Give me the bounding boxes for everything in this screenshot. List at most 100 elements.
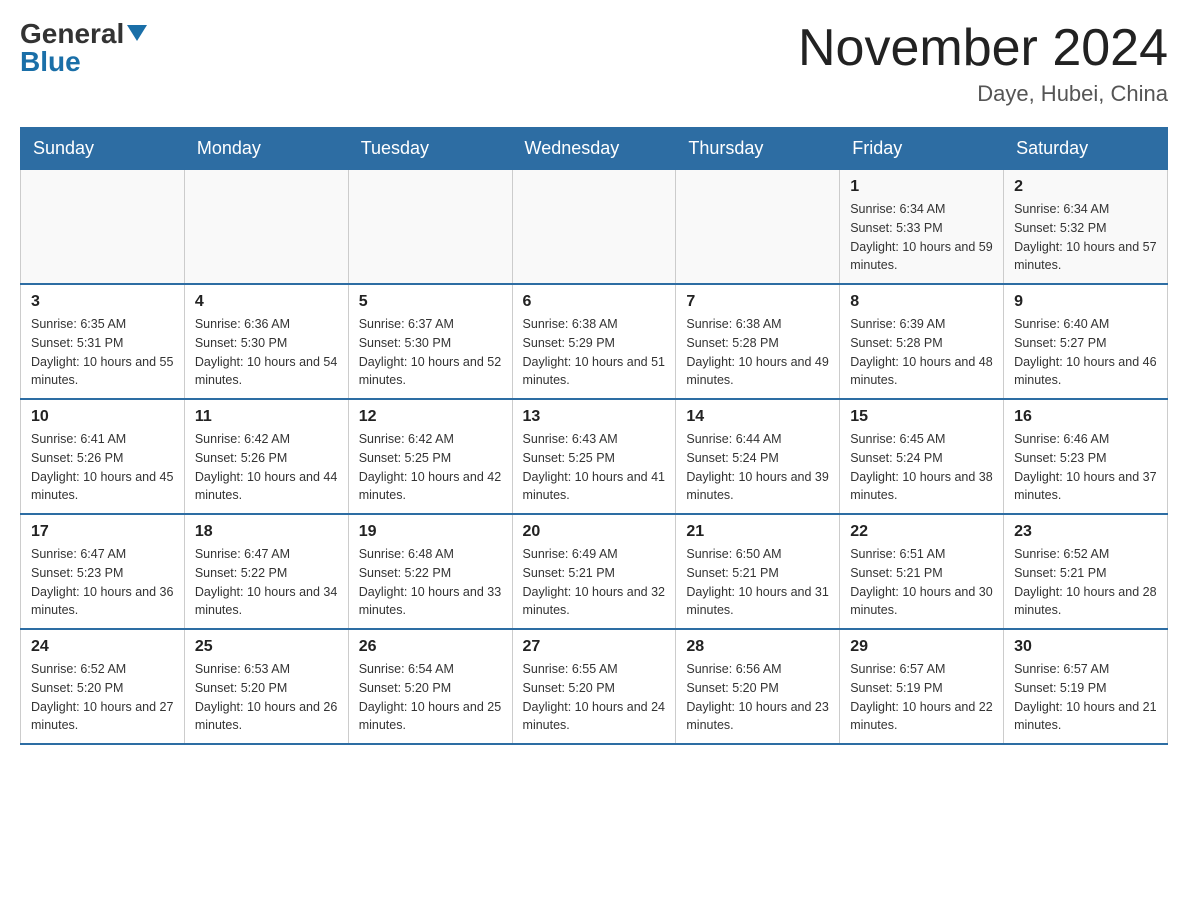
calendar-day-header: Friday — [840, 128, 1004, 170]
calendar-day-header: Saturday — [1004, 128, 1168, 170]
day-info: Sunrise: 6:38 AMSunset: 5:29 PMDaylight:… — [523, 315, 666, 390]
day-info: Sunrise: 6:57 AMSunset: 5:19 PMDaylight:… — [1014, 660, 1157, 735]
calendar-cell: 8 Sunrise: 6:39 AMSunset: 5:28 PMDaylight… — [840, 284, 1004, 399]
calendar-day-header: Thursday — [676, 128, 840, 170]
calendar-cell: 26 Sunrise: 6:54 AMSunset: 5:20 PMDayligh… — [348, 629, 512, 744]
day-number: 20 — [523, 523, 666, 541]
day-info: Sunrise: 6:47 AMSunset: 5:22 PMDaylight:… — [195, 545, 338, 620]
day-info: Sunrise: 6:51 AMSunset: 5:21 PMDaylight:… — [850, 545, 993, 620]
calendar-day-header: Tuesday — [348, 128, 512, 170]
calendar-table: SundayMondayTuesdayWednesdayThursdayFrid… — [20, 127, 1168, 745]
day-number: 8 — [850, 293, 993, 311]
day-number: 1 — [850, 178, 993, 196]
calendar-cell: 28 Sunrise: 6:56 AMSunset: 5:20 PMDayligh… — [676, 629, 840, 744]
calendar-day-header: Sunday — [21, 128, 185, 170]
calendar-cell: 14 Sunrise: 6:44 AMSunset: 5:24 PMDayligh… — [676, 399, 840, 514]
day-info: Sunrise: 6:52 AMSunset: 5:21 PMDaylight:… — [1014, 545, 1157, 620]
day-number: 29 — [850, 638, 993, 656]
day-number: 6 — [523, 293, 666, 311]
calendar-cell — [21, 170, 185, 285]
day-number: 25 — [195, 638, 338, 656]
day-number: 10 — [31, 408, 174, 426]
day-number: 14 — [686, 408, 829, 426]
day-number: 3 — [31, 293, 174, 311]
day-info: Sunrise: 6:40 AMSunset: 5:27 PMDaylight:… — [1014, 315, 1157, 390]
calendar-cell: 19 Sunrise: 6:48 AMSunset: 5:22 PMDayligh… — [348, 514, 512, 629]
day-info: Sunrise: 6:35 AMSunset: 5:31 PMDaylight:… — [31, 315, 174, 390]
day-number: 23 — [1014, 523, 1157, 541]
day-info: Sunrise: 6:50 AMSunset: 5:21 PMDaylight:… — [686, 545, 829, 620]
day-info: Sunrise: 6:52 AMSunset: 5:20 PMDaylight:… — [31, 660, 174, 735]
day-number: 4 — [195, 293, 338, 311]
calendar-cell: 7Sunrise: 6:38 AMSunset: 5:28 PMDaylight… — [676, 284, 840, 399]
calendar-week-row: 1 Sunrise: 6:34 AMSunset: 5:33 PMDaylight… — [21, 170, 1168, 285]
day-number: 2 — [1014, 178, 1157, 196]
calendar-cell: 6 Sunrise: 6:38 AMSunset: 5:29 PMDaylight… — [512, 284, 676, 399]
calendar-cell: 25 Sunrise: 6:53 AMSunset: 5:20 PMDayligh… — [184, 629, 348, 744]
page-header: General Blue November 2024 Daye, Hubei, … — [20, 20, 1168, 107]
calendar-cell: 30 Sunrise: 6:57 AMSunset: 5:19 PMDayligh… — [1004, 629, 1168, 744]
day-number: 16 — [1014, 408, 1157, 426]
calendar-cell: 10 Sunrise: 6:41 AMSunset: 5:26 PMDayligh… — [21, 399, 185, 514]
day-info: Sunrise: 6:56 AMSunset: 5:20 PMDaylight:… — [686, 660, 829, 735]
calendar-header-row: SundayMondayTuesdayWednesdayThursdayFrid… — [21, 128, 1168, 170]
day-info: Sunrise: 6:37 AMSunset: 5:30 PMDaylight:… — [359, 315, 502, 390]
day-info: Sunrise: 6:43 AMSunset: 5:25 PMDaylight:… — [523, 430, 666, 505]
logo-blue-text: Blue — [20, 48, 81, 76]
day-info: Sunrise: 6:55 AMSunset: 5:20 PMDaylight:… — [523, 660, 666, 735]
day-info: Sunrise: 6:45 AMSunset: 5:24 PMDaylight:… — [850, 430, 993, 505]
calendar-cell: 1 Sunrise: 6:34 AMSunset: 5:33 PMDaylight… — [840, 170, 1004, 285]
calendar-cell: 5 Sunrise: 6:37 AMSunset: 5:30 PMDaylight… — [348, 284, 512, 399]
day-number: 30 — [1014, 638, 1157, 656]
day-number: 22 — [850, 523, 993, 541]
calendar-cell: 29 Sunrise: 6:57 AMSunset: 5:19 PMDayligh… — [840, 629, 1004, 744]
calendar-cell: 23 Sunrise: 6:52 AMSunset: 5:21 PMDayligh… — [1004, 514, 1168, 629]
calendar-week-row: 10 Sunrise: 6:41 AMSunset: 5:26 PMDayligh… — [21, 399, 1168, 514]
calendar-cell: 16Sunrise: 6:46 AMSunset: 5:23 PMDayligh… — [1004, 399, 1168, 514]
day-info: Sunrise: 6:42 AMSunset: 5:25 PMDaylight:… — [359, 430, 502, 505]
logo-triangle-icon — [127, 25, 147, 41]
day-info: Sunrise: 6:34 AMSunset: 5:33 PMDaylight:… — [850, 200, 993, 275]
calendar-week-row: 24Sunrise: 6:52 AMSunset: 5:20 PMDayligh… — [21, 629, 1168, 744]
calendar-cell: 18 Sunrise: 6:47 AMSunset: 5:22 PMDayligh… — [184, 514, 348, 629]
calendar-cell — [184, 170, 348, 285]
calendar-cell — [512, 170, 676, 285]
calendar-cell — [348, 170, 512, 285]
calendar-cell: 20 Sunrise: 6:49 AMSunset: 5:21 PMDayligh… — [512, 514, 676, 629]
calendar-week-row: 17Sunrise: 6:47 AMSunset: 5:23 PMDayligh… — [21, 514, 1168, 629]
day-info: Sunrise: 6:48 AMSunset: 5:22 PMDaylight:… — [359, 545, 502, 620]
day-number: 21 — [686, 523, 829, 541]
day-number: 7 — [686, 293, 829, 311]
day-info: Sunrise: 6:44 AMSunset: 5:24 PMDaylight:… — [686, 430, 829, 505]
day-number: 12 — [359, 408, 502, 426]
location-text: Daye, Hubei, China — [798, 81, 1168, 107]
calendar-cell: 24Sunrise: 6:52 AMSunset: 5:20 PMDayligh… — [21, 629, 185, 744]
calendar-cell: 12 Sunrise: 6:42 AMSunset: 5:25 PMDayligh… — [348, 399, 512, 514]
calendar-cell: 17Sunrise: 6:47 AMSunset: 5:23 PMDayligh… — [21, 514, 185, 629]
day-info: Sunrise: 6:47 AMSunset: 5:23 PMDaylight:… — [31, 545, 174, 620]
day-number: 26 — [359, 638, 502, 656]
day-number: 19 — [359, 523, 502, 541]
day-info: Sunrise: 6:54 AMSunset: 5:20 PMDaylight:… — [359, 660, 502, 735]
day-number: 5 — [359, 293, 502, 311]
day-info: Sunrise: 6:49 AMSunset: 5:21 PMDaylight:… — [523, 545, 666, 620]
day-info: Sunrise: 6:36 AMSunset: 5:30 PMDaylight:… — [195, 315, 338, 390]
day-number: 28 — [686, 638, 829, 656]
calendar-cell: 27Sunrise: 6:55 AMSunset: 5:20 PMDayligh… — [512, 629, 676, 744]
day-number: 18 — [195, 523, 338, 541]
day-info: Sunrise: 6:42 AMSunset: 5:26 PMDaylight:… — [195, 430, 338, 505]
calendar-day-header: Monday — [184, 128, 348, 170]
calendar-cell: 2 Sunrise: 6:34 AMSunset: 5:32 PMDaylight… — [1004, 170, 1168, 285]
calendar-week-row: 3 Sunrise: 6:35 AMSunset: 5:31 PMDaylight… — [21, 284, 1168, 399]
day-info: Sunrise: 6:53 AMSunset: 5:20 PMDaylight:… — [195, 660, 338, 735]
day-info: Sunrise: 6:34 AMSunset: 5:32 PMDaylight:… — [1014, 200, 1157, 275]
calendar-cell: 22 Sunrise: 6:51 AMSunset: 5:21 PMDayligh… — [840, 514, 1004, 629]
day-info: Sunrise: 6:57 AMSunset: 5:19 PMDaylight:… — [850, 660, 993, 735]
day-number: 9 — [1014, 293, 1157, 311]
day-info: Sunrise: 6:41 AMSunset: 5:26 PMDaylight:… — [31, 430, 174, 505]
day-info: Sunrise: 6:39 AMSunset: 5:28 PMDaylight:… — [850, 315, 993, 390]
calendar-cell — [676, 170, 840, 285]
calendar-cell: 21 Sunrise: 6:50 AMSunset: 5:21 PMDayligh… — [676, 514, 840, 629]
day-number: 11 — [195, 408, 338, 426]
logo-general-text: General — [20, 20, 124, 48]
